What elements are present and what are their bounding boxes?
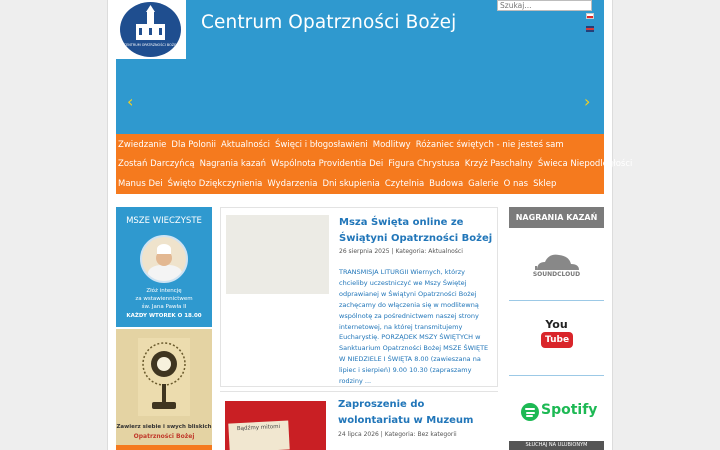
banner-text: za wstawiennictwem bbox=[135, 296, 193, 302]
banner-text: św. Jana Pawła II bbox=[141, 304, 187, 310]
youtube-icon[interactable]: Tube bbox=[541, 332, 573, 348]
nav-item[interactable]: Wydarzenia bbox=[267, 179, 317, 189]
sidebar-title: NAGRANIA KAZAŃ bbox=[509, 207, 604, 228]
article-meta: 26 sierpnia 2025 | Kategoria: Aktualnośc… bbox=[339, 248, 463, 255]
banner-caption: Zawierz siebie i swych bliskich bbox=[116, 424, 212, 430]
banner-text: KAŻDY WTOREK O 18.00 bbox=[126, 313, 202, 319]
nav-item[interactable]: Różaniec świętych - nie jesteś sam bbox=[416, 140, 564, 150]
divider bbox=[509, 375, 604, 376]
nav-item[interactable]: O nas bbox=[504, 179, 528, 189]
nav-row: Zwiedzanie Dla Polonii Aktualności Święc… bbox=[118, 140, 569, 150]
nav-item[interactable]: Zwiedzanie bbox=[118, 140, 166, 150]
nav-row: Zostań Darczyńcą Nagrania kazań Wspólnot… bbox=[118, 159, 637, 169]
banner-text: Złóż intencję bbox=[146, 288, 182, 294]
sidebar-footer: SŁUCHAJ NA ULUBIONYM bbox=[509, 441, 604, 450]
nav-item[interactable]: Aktualności bbox=[221, 140, 270, 150]
logo-text: CENTRUM OPATRZNOŚCI BOŻEJ bbox=[123, 43, 178, 47]
article-card: Bądźmy mitomi Zaproszenie do wolontariat… bbox=[220, 391, 498, 450]
spotify-label[interactable]: Spotify bbox=[541, 402, 597, 418]
nav-item[interactable]: Święto Dziękczynienia bbox=[168, 179, 263, 189]
mass-intentions-banner[interactable]: MSZE WIECZYSTE Złóż intencję za wstawien… bbox=[116, 207, 212, 327]
search-input[interactable] bbox=[497, 0, 592, 11]
nav-item[interactable]: Dla Polonii bbox=[171, 140, 216, 150]
entrust-banner[interactable]: Zawierz siebie i swych bliskich Opatrzno… bbox=[116, 329, 212, 450]
nav-row: Manus Dei Święto Dziękczynienia Wydarzen… bbox=[118, 179, 561, 189]
article-excerpt[interactable]: TRANSMISJA LITURGII Wiernych, którzy chc… bbox=[339, 267, 489, 387]
article-thumbnail[interactable] bbox=[226, 215, 329, 294]
logo-emblem: CENTRUM OPATRZNOŚCI BOŻEJ bbox=[120, 2, 181, 57]
nav-item[interactable]: Świeca Niepodległości bbox=[538, 159, 633, 169]
church-icon bbox=[136, 5, 165, 40]
nav-item[interactable]: Zostań Darczyńcą bbox=[118, 159, 195, 169]
nav-item[interactable]: Święci i błogosławieni bbox=[275, 140, 368, 150]
nav-item[interactable]: Krzyż Paschalny bbox=[465, 159, 533, 169]
nav-item[interactable]: Figura Chrystusa bbox=[388, 159, 459, 169]
english-flag-icon[interactable] bbox=[586, 26, 594, 32]
pope-portrait bbox=[140, 235, 188, 283]
banner-strip bbox=[116, 445, 212, 450]
site-logo[interactable]: CENTRUM OPATRZNOŚCI BOŻEJ bbox=[116, 0, 186, 59]
slider-next-arrow[interactable]: › bbox=[584, 94, 590, 110]
polish-flag-icon[interactable] bbox=[586, 13, 594, 19]
article-card: Msza Święta online ze Świątyni Opatrznoś… bbox=[220, 207, 498, 387]
divider bbox=[509, 300, 604, 301]
nav-item[interactable]: Czytelnia bbox=[385, 179, 424, 189]
main-nav: Zwiedzanie Dla Polonii Aktualności Święc… bbox=[116, 134, 632, 194]
slider-prev-arrow[interactable]: ‹ bbox=[127, 94, 133, 110]
nav-item[interactable]: Wspólnota Providentia Dei bbox=[271, 159, 383, 169]
nav-item[interactable]: Dni skupienia bbox=[322, 179, 379, 189]
site-title[interactable]: Centrum Opatrzności Bożej bbox=[201, 12, 456, 33]
soundcloud-label[interactable]: SOUNDCLOUD bbox=[509, 271, 604, 278]
nav-item[interactable]: Sklep bbox=[533, 179, 556, 189]
nav-item[interactable]: Nagrania kazań bbox=[200, 159, 266, 169]
nav-item[interactable]: Modlitwy bbox=[373, 140, 411, 150]
nav-item[interactable]: Manus Dei bbox=[118, 179, 163, 189]
sermons-sidebar: NAGRANIA KAZAŃ SOUNDCLOUD You Tube Spoti… bbox=[509, 207, 604, 450]
article-category[interactable]: Kategoria: Bez kategorii bbox=[385, 431, 457, 438]
banner-caption-highlight: Opatrzności Bożej bbox=[133, 433, 195, 440]
article-category[interactable]: Kategoria: Aktualności bbox=[395, 248, 462, 255]
article-title[interactable]: Zaproszenie do wolontariatu w Muzeum bbox=[338, 397, 498, 429]
article-date: 24 lipca 2026 bbox=[338, 431, 379, 438]
nav-item[interactable]: Budowa bbox=[429, 179, 463, 189]
spotify-icon[interactable] bbox=[521, 403, 539, 421]
article-thumbnail[interactable]: Bądźmy mitomi bbox=[225, 401, 326, 450]
thumbnail-note: Bądźmy mitomi bbox=[228, 420, 290, 450]
article-title[interactable]: Msza Święta online ze Świątyni Opatrznoś… bbox=[339, 215, 497, 247]
monstrance-icon bbox=[138, 338, 190, 416]
article-meta: 24 lipca 2026 | Kategoria: Bez kategorii bbox=[338, 431, 457, 438]
article-date: 26 sierpnia 2025 bbox=[339, 248, 390, 255]
soundcloud-icon[interactable] bbox=[531, 248, 583, 288]
banner-title: MSZE WIECZYSTE bbox=[126, 216, 202, 226]
youtube-label[interactable]: You bbox=[509, 318, 604, 331]
nav-item[interactable]: Galerie bbox=[468, 179, 498, 189]
